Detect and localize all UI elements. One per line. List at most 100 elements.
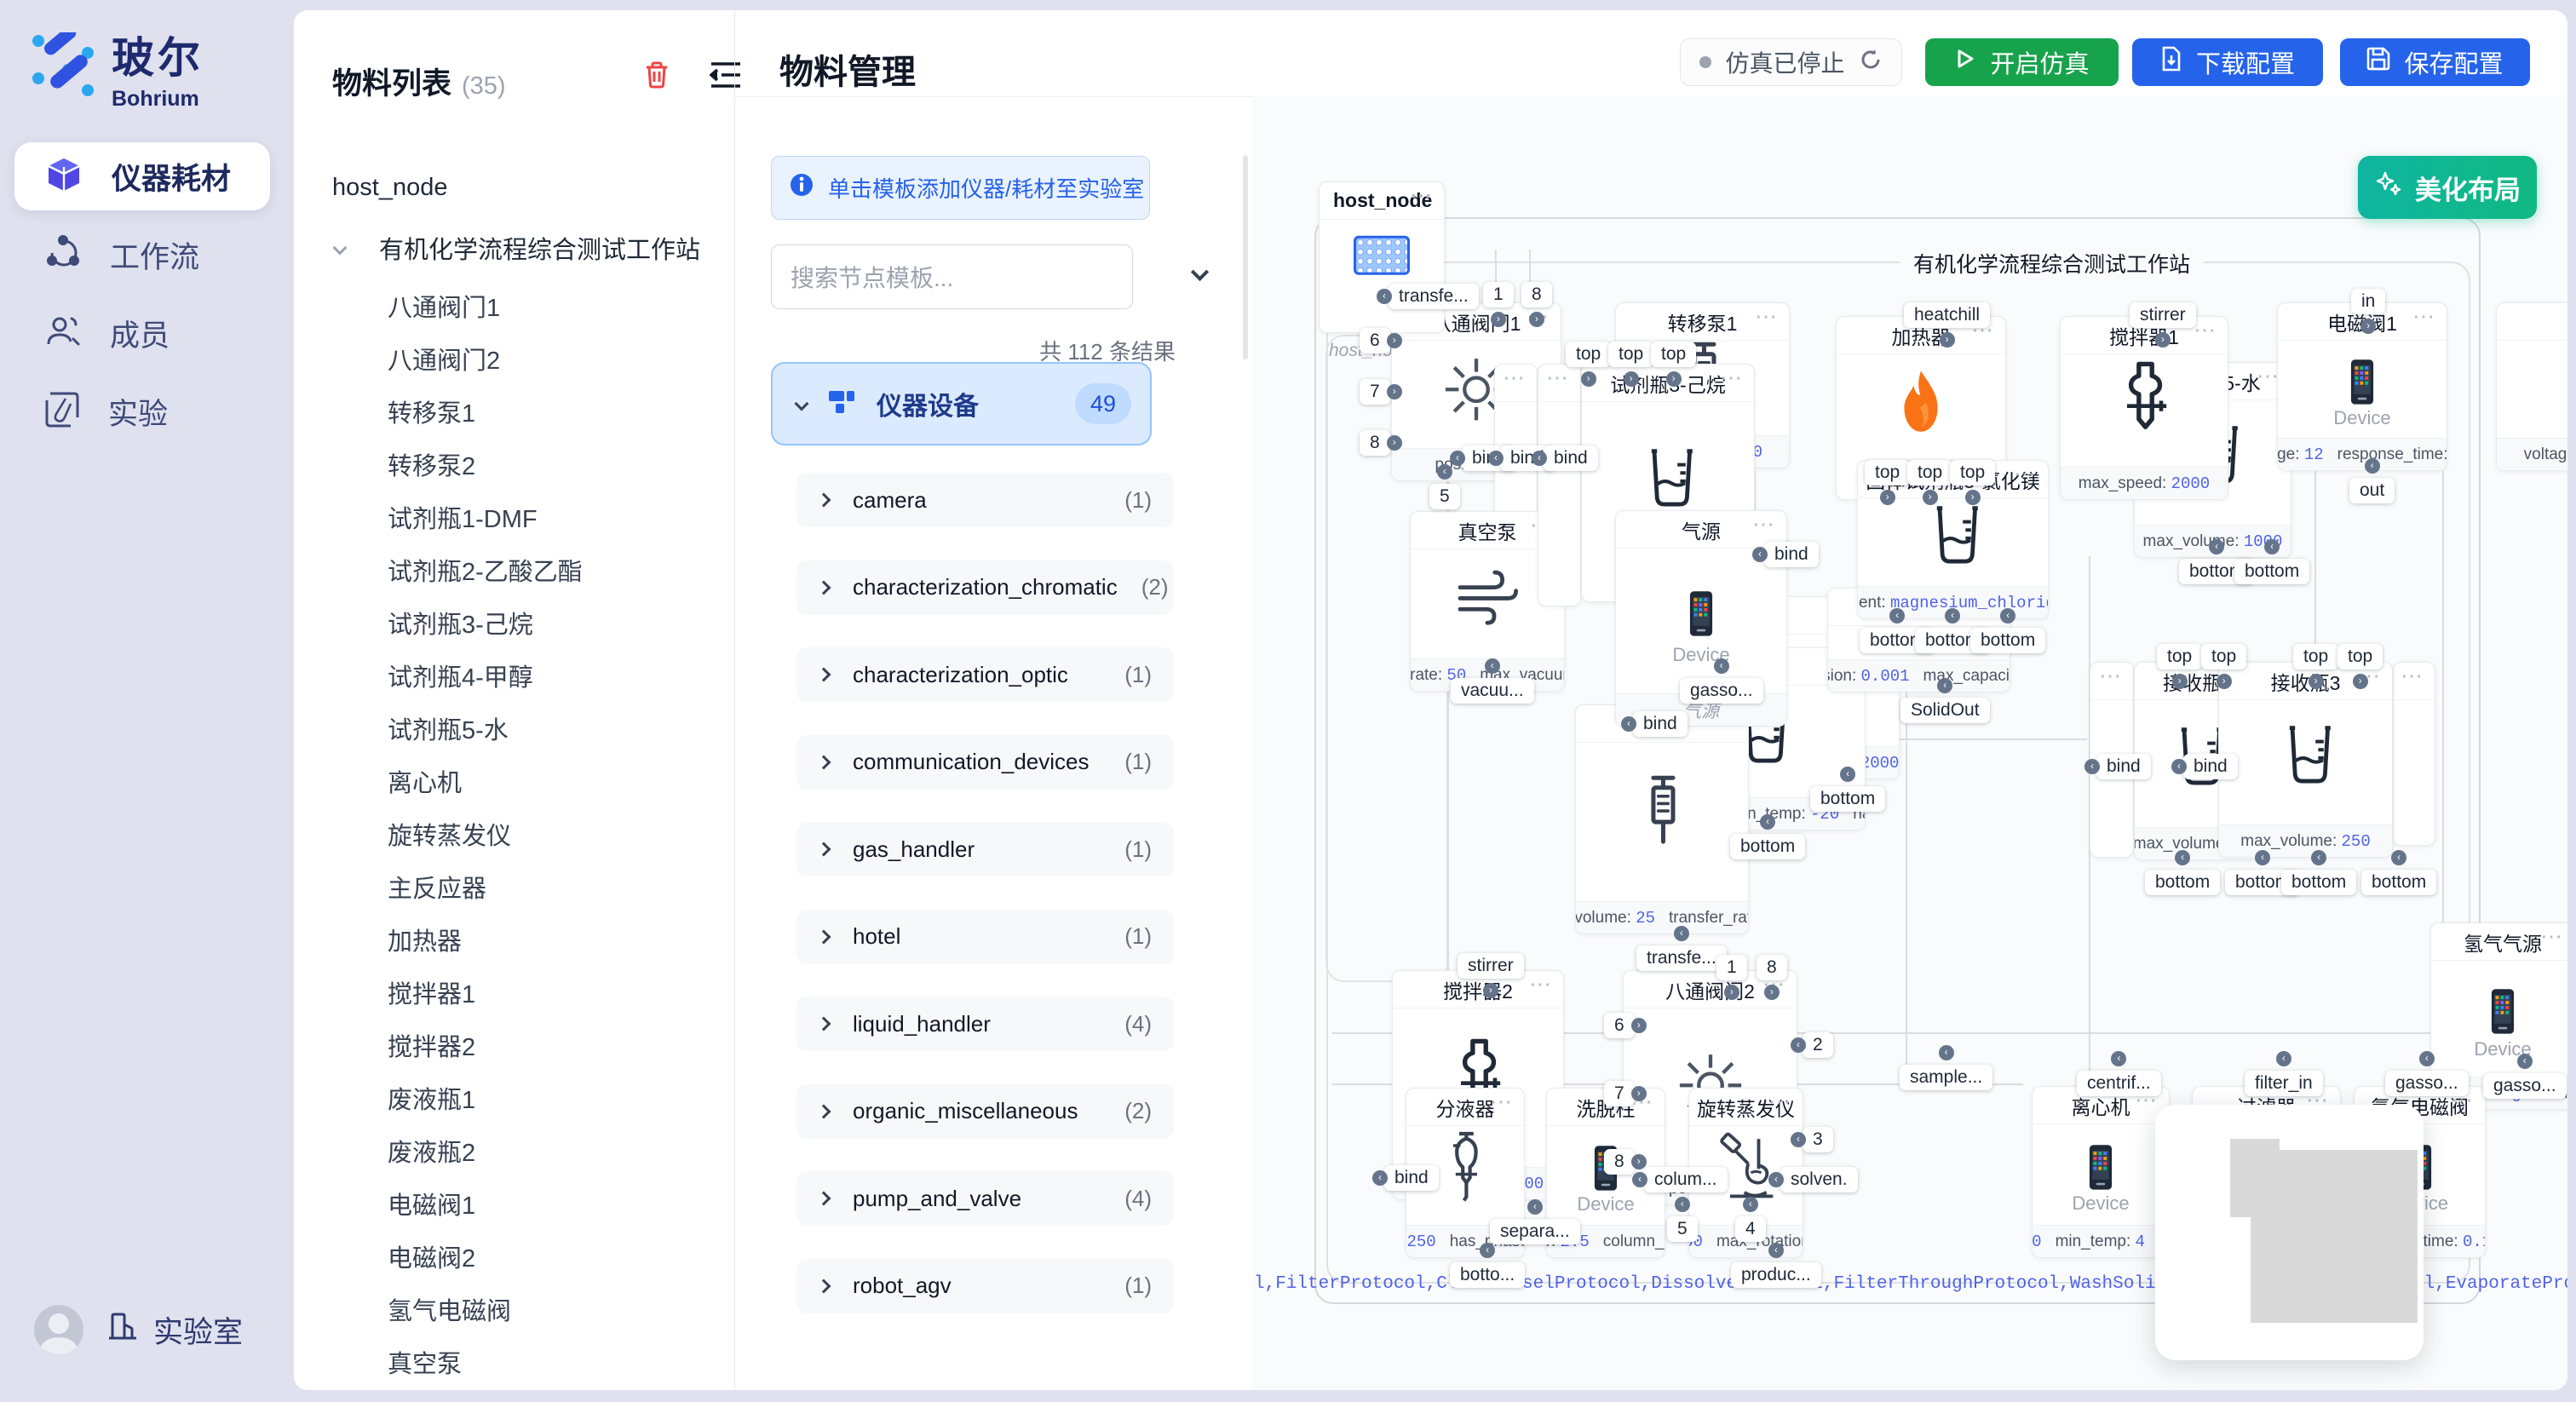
port-top[interactable]: top› (2201, 644, 2246, 669)
sidebar-item-instruments[interactable]: 仪器耗材 (14, 142, 270, 210)
port-top[interactable]: top› (1651, 342, 1696, 367)
port-botto[interactable]: botto...‹ (1450, 1262, 1525, 1288)
port-8[interactable]: 8› (1360, 430, 1390, 456)
port-dot-icon[interactable]: ‹ (2264, 539, 2280, 554)
tree-item[interactable]: 试剂瓶2-乙酸乙酯 (388, 552, 583, 588)
category-camera[interactable]: camera(1) (796, 473, 1174, 527)
node-离心机[interactable]: 离心机⋯Devicetemp: 40min_temp: 4max_spe (2032, 1086, 2170, 1258)
port-dot-icon[interactable]: › (1724, 985, 1739, 1000)
node-menu-icon[interactable]: ⋯ (1768, 1089, 1792, 1115)
port-dot-icon[interactable]: › (2309, 674, 2324, 689)
port-top[interactable]: top› (1950, 460, 1995, 486)
node-card[interactable]: ⋯max_volume: 25transfer_rate: 10 (1575, 704, 1749, 934)
scrollbar[interactable] (1243, 155, 1248, 359)
download-config-button[interactable]: 下载配置 (2132, 38, 2323, 86)
port-2[interactable]: 2‹ (1803, 1032, 1833, 1058)
tree-item[interactable]: 真空泵 (388, 1344, 462, 1380)
tree-item[interactable]: 氢气电磁阀 (388, 1291, 511, 1327)
node-menu-icon[interactable]: ⋯ (1490, 1089, 1514, 1115)
tree-item[interactable]: 搅拌器1 (388, 974, 475, 1010)
port-dot-icon[interactable]: › (1631, 1018, 1647, 1033)
port-dot-icon[interactable]: › (1483, 983, 1498, 998)
node-menu-icon[interactable]: ⋯ (1546, 365, 1570, 391)
port-out[interactable]: out‹ (2349, 478, 2395, 503)
tree-item[interactable]: 废液瓶2 (388, 1133, 475, 1169)
port-dot-icon[interactable]: ‹ (2391, 850, 2406, 865)
tree-item[interactable]: 加热器 (388, 922, 462, 957)
node-menu-icon[interactable]: ⋯ (2099, 663, 2123, 689)
node-card[interactable]: ⋯ (1538, 364, 1581, 606)
port-dot-icon[interactable]: ‹ (1889, 608, 1905, 623)
port-centrif[interactable]: centrif...‹ (2077, 1071, 2161, 1096)
node-card[interactable]: ⋯ (2393, 662, 2435, 846)
node-menu-icon[interactable]: ⋯ (1752, 511, 1776, 537)
port-6[interactable]: 6› (1360, 328, 1390, 353)
port-dot-icon[interactable]: ‹ (1791, 1132, 1806, 1147)
category-communication_devices[interactable]: communication_devices(1) (796, 735, 1174, 790)
simulation-status[interactable]: 仿真已停止 (1680, 38, 1902, 86)
tree-item[interactable]: 废液瓶1 (388, 1080, 475, 1116)
port-8[interactable]: 8› (1521, 282, 1552, 307)
port-dot-icon[interactable]: ‹ (1768, 1243, 1784, 1258)
port-separa[interactable]: separa...‹ (1490, 1219, 1580, 1244)
port-dot-icon[interactable]: ‹ (1768, 1172, 1784, 1187)
port-dot-icon[interactable]: ‹ (1939, 1045, 1954, 1060)
port-dot-icon[interactable]: › (2172, 674, 2188, 689)
port-dot-icon[interactable]: ‹ (2365, 458, 2380, 474)
beautify-layout-button[interactable]: 美化布局 (2358, 156, 2537, 219)
port-bottom[interactable]: bottom‹ (2361, 870, 2436, 895)
port-6[interactable]: 6› (1604, 1013, 1635, 1038)
port-top[interactable]: top› (1608, 342, 1653, 367)
category-characterization_chromatic[interactable]: characterization_chromatic(2) (796, 560, 1174, 615)
port-dot-icon[interactable]: ‹ (1450, 451, 1465, 466)
node-搅拌器1[interactable]: 搅拌器1⋯max_speed: 2000 (2060, 316, 2228, 500)
port-stirrer[interactable]: stirrer› (1458, 953, 1524, 979)
port-colum[interactable]: colum...‹ (1644, 1167, 1728, 1192)
port-7[interactable]: 7› (1360, 379, 1390, 405)
sidebar-item-workflow[interactable]: 工作流 (14, 221, 270, 289)
port-bind[interactable]: bind‹ (1544, 445, 1598, 471)
port-dot-icon[interactable]: › (1581, 371, 1596, 387)
port-top[interactable]: top› (2157, 644, 2202, 669)
port-top[interactable]: top› (1566, 342, 1611, 367)
chevron-down-icon[interactable] (1191, 263, 1209, 281)
port-bottom[interactable]: bottom‹ (1730, 834, 1805, 859)
category-liquid_handler[interactable]: liquid_handler(4) (796, 997, 1174, 1051)
port-5[interactable]: 5‹ (1667, 1216, 1698, 1242)
port-3[interactable]: 3‹ (1803, 1127, 1833, 1152)
refresh-icon[interactable] (1859, 48, 1883, 78)
port-dot-icon[interactable]: ‹ (1532, 451, 1547, 466)
port-1[interactable]: 1› (1483, 282, 1514, 307)
port-7[interactable]: 7› (1604, 1081, 1635, 1106)
port-dot-icon[interactable]: › (2353, 674, 2368, 689)
node-接收瓶3[interactable]: 接收瓶3⋯max_volume: 250 (2218, 662, 2393, 858)
tree-item[interactable]: 旋转蒸发仪 (388, 816, 511, 852)
port-dot-icon[interactable]: ‹ (1621, 716, 1636, 732)
port-dot-icon[interactable]: ‹ (2209, 539, 2224, 554)
port-8[interactable]: 8› (1757, 955, 1787, 980)
port-gasso[interactable]: gasso...‹ (2483, 1073, 2567, 1099)
port-dot-icon[interactable]: › (1631, 1154, 1647, 1169)
port-bottom[interactable]: bottom‹ (1970, 628, 2045, 653)
port-dot-icon[interactable]: ‹ (1485, 658, 1500, 674)
port-dot-icon[interactable]: ‹ (1752, 547, 1768, 562)
port-dot-icon[interactable]: ‹ (1674, 926, 1689, 941)
port-dot-icon[interactable]: › (1387, 384, 1402, 399)
sidebar-item-experiments[interactable]: 实验 (14, 377, 270, 445)
port-bind[interactable]: bind‹ (1633, 711, 1688, 737)
port-dot-icon[interactable]: ‹ (2175, 850, 2190, 865)
tree-item-host-node[interactable]: host_node (332, 174, 447, 202)
port-dot-icon[interactable]: ‹ (1377, 289, 1392, 304)
port-dot-icon[interactable]: ‹ (2255, 850, 2270, 865)
tree-item[interactable]: 试剂瓶4-甲醇 (388, 658, 533, 693)
port-solven[interactable]: solven.‹ (1780, 1167, 1858, 1192)
search-node-template-input[interactable]: 搜索节点模板... (771, 244, 1133, 309)
port-dot-icon[interactable]: ‹ (2000, 608, 2015, 623)
node-menu-icon[interactable]: ⋯ (2401, 663, 2424, 689)
category-pump_and_valve[interactable]: pump_and_valve(4) (796, 1171, 1174, 1226)
flow-canvas[interactable]: 有机化学流程综合测试工作站 host_no... l,FilterProtoco… (1252, 96, 2567, 1390)
port-bottom[interactable]: bottom‹ (2145, 870, 2220, 895)
port-bottom[interactable]: bottom‹ (2234, 559, 2309, 584)
node-menu-icon[interactable]: ⋯ (2540, 923, 2564, 950)
tree-item[interactable]: 离心机 (388, 763, 462, 799)
